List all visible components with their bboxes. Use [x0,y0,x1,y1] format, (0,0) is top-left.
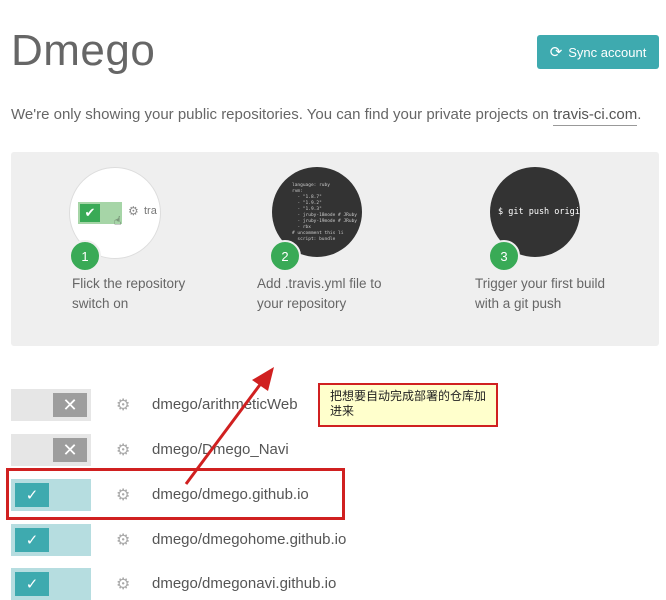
annotation-arrow [184,367,274,485]
